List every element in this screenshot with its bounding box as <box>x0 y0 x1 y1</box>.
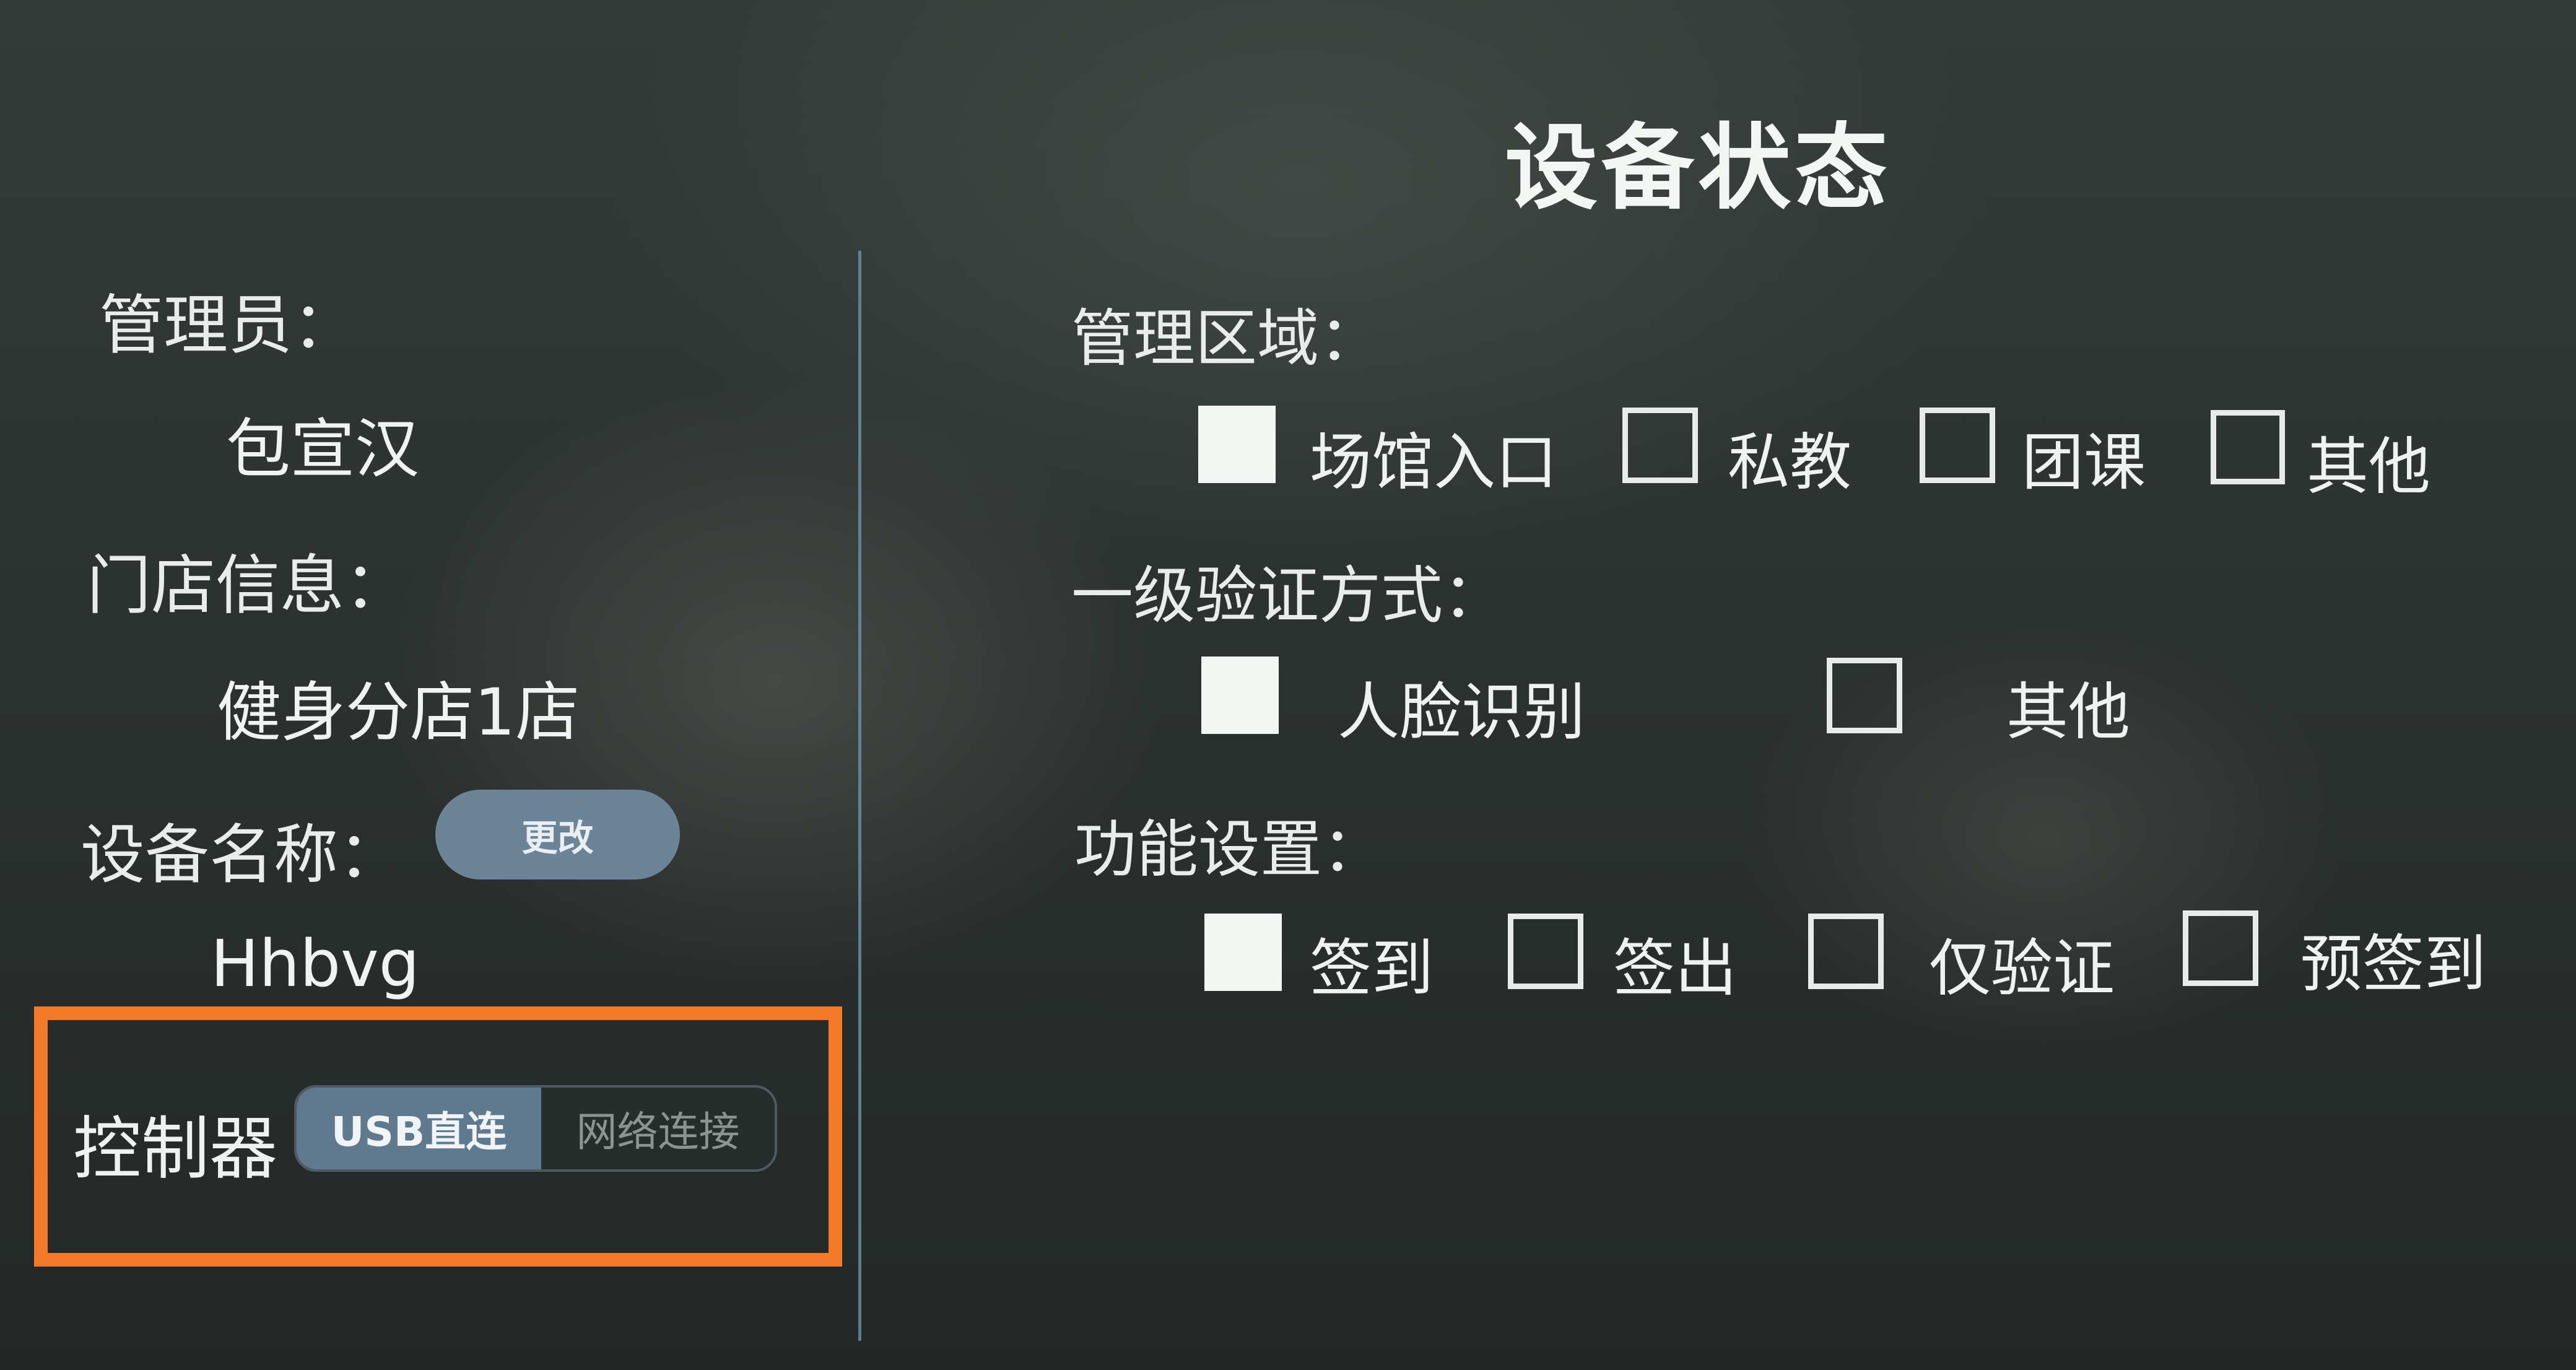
checkbox-venue-entrance[interactable] <box>1198 406 1276 483</box>
section-label-area: 管理区域： <box>1071 302 1381 375</box>
controller-segmented-control: USB直连 网络连接 <box>294 1085 777 1172</box>
checkbox-personal-training[interactable] <box>1622 408 1698 483</box>
device-name-label: 设备名称： <box>80 817 403 892</box>
option-label-check-out: 签出 <box>1613 932 1737 1005</box>
device-screen: 设备状态 管理员： 包宣汉 门店信息： 健身分店1店 设备名称： 更改 Hhbv… <box>0 0 2576 1370</box>
controller-label: 控制器 <box>73 1109 277 1189</box>
option-label-face-recognition: 人脸识别 <box>1338 676 1585 748</box>
checkbox-verification-other[interactable] <box>1827 658 1902 733</box>
store-value: 健身分店1店 <box>217 674 580 750</box>
option-label-verify-only: 仅验证 <box>1929 932 2115 1005</box>
checkbox-face-recognition[interactable] <box>1201 657 1279 734</box>
checkbox-group-class[interactable] <box>1920 408 1995 483</box>
option-label-check-in: 签到 <box>1310 932 1434 1005</box>
checkbox-area-other[interactable] <box>2211 410 2285 484</box>
admin-value: 包宣汉 <box>226 411 420 487</box>
panel-divider <box>858 251 861 1341</box>
page-title: 设备状态 <box>1505 115 1892 222</box>
device-name-value: Hhbvg <box>211 926 420 1001</box>
checkbox-verify-only[interactable] <box>1808 914 1884 989</box>
controller-option-usb[interactable]: USB直连 <box>297 1088 541 1169</box>
controller-option-network[interactable]: 网络连接 <box>541 1088 775 1169</box>
admin-label: 管理员： <box>99 287 357 363</box>
checkbox-check-out[interactable] <box>1508 914 1583 989</box>
option-label-verification-other: 其他 <box>2006 676 2130 748</box>
option-label-group-class: 团课 <box>2022 426 2146 499</box>
checkbox-check-in[interactable] <box>1204 914 1282 991</box>
option-label-area-other: 其他 <box>2307 430 2430 503</box>
rename-device-button[interactable]: 更改 <box>435 790 680 879</box>
checkbox-pre-check-in[interactable] <box>2183 910 2258 986</box>
option-label-pre-check-in: 预签到 <box>2300 928 2486 1000</box>
option-label-venue-entrance: 场馆入口 <box>1310 426 1557 499</box>
store-label: 门店信息： <box>87 548 409 623</box>
option-label-personal-training: 私教 <box>1728 426 1852 499</box>
section-label-verification: 一级验证方式： <box>1071 559 1505 632</box>
section-label-functions: 功能设置： <box>1074 813 1384 886</box>
